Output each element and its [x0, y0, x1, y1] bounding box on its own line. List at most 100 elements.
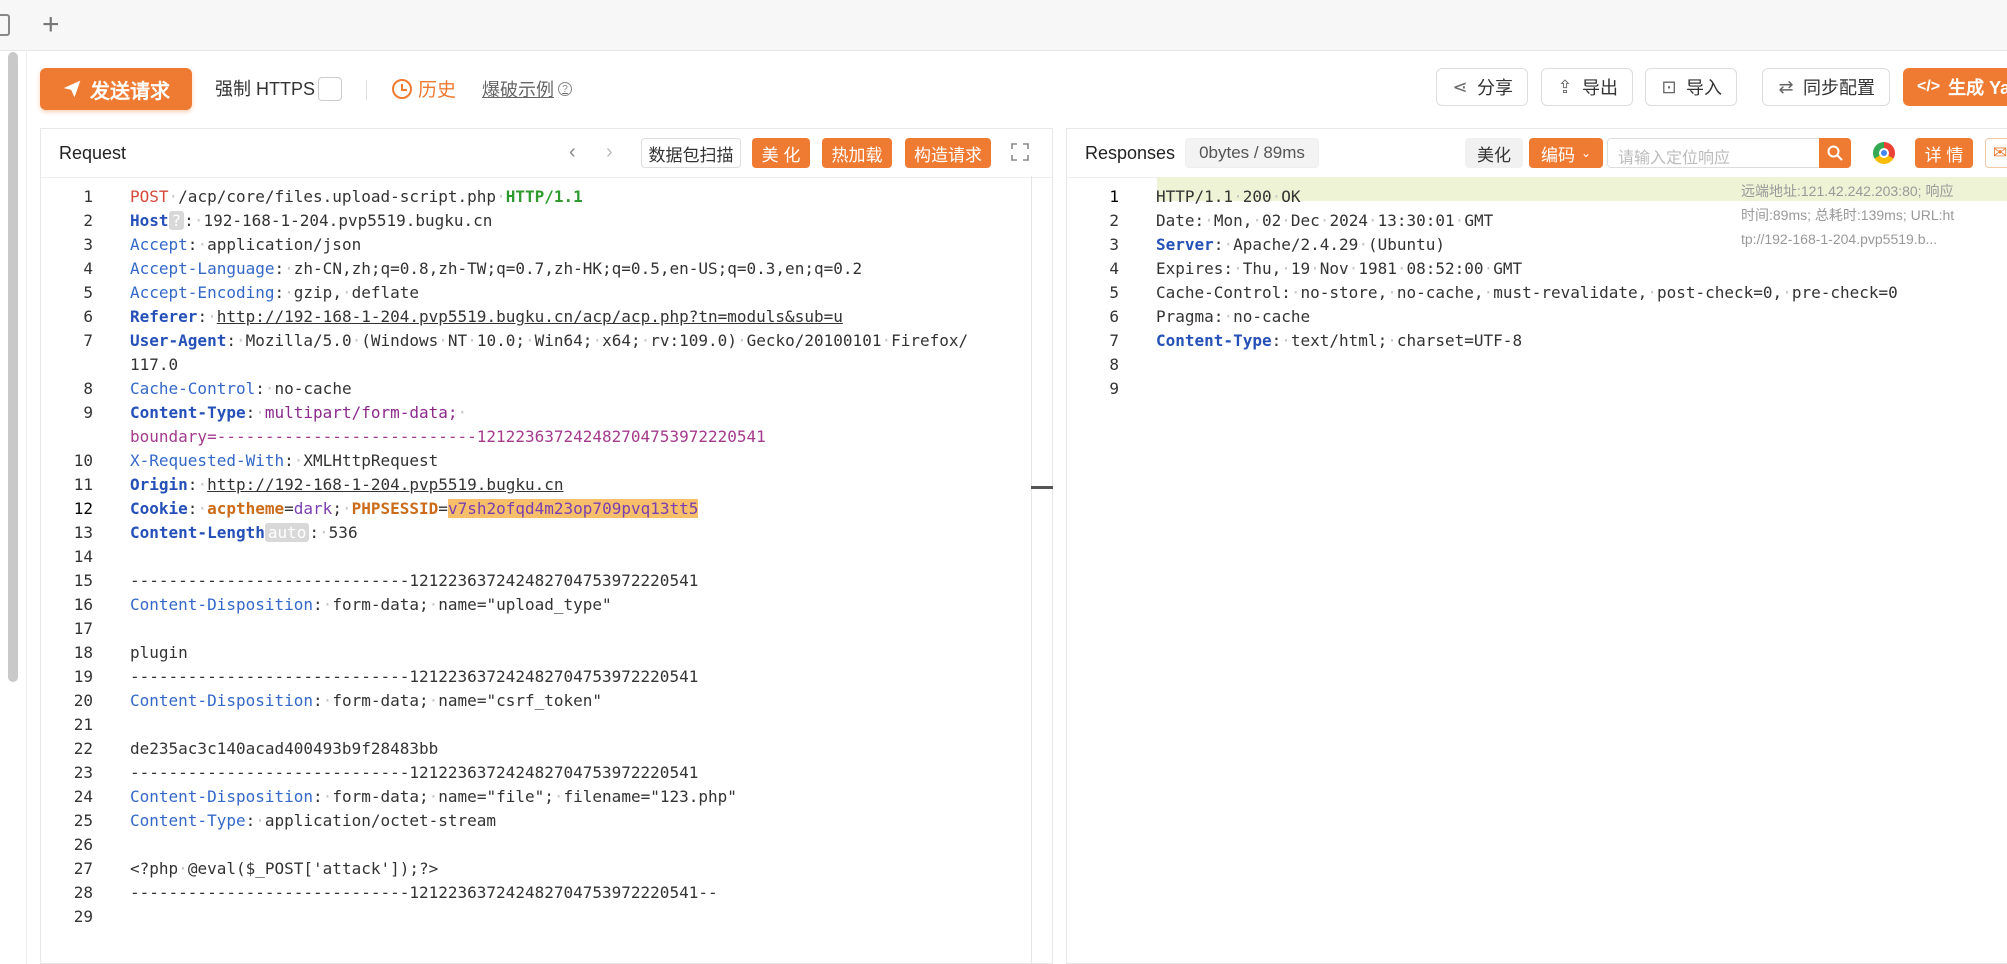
code-token: · — [341, 499, 352, 518]
code-line: Content-Disposition:·form-data;·name="cs… — [130, 691, 602, 710]
code-token: · — [284, 259, 294, 278]
code-token: · — [255, 403, 265, 422]
code-token: no-store, — [1300, 283, 1388, 302]
locate-response-input[interactable]: 请输入定位响应 — [1607, 138, 1819, 168]
line-number: 15 — [73, 571, 93, 590]
code-token: no-cache — [274, 379, 352, 398]
code-token: Content-Disposition — [130, 691, 314, 710]
code-line: 117.0 — [130, 355, 178, 374]
export-button[interactable]: ⇪ 导出 — [1541, 68, 1633, 106]
code-token: http://192-168-1-204.pvp5519.bugku.cn — [207, 475, 564, 494]
code-token: · — [197, 499, 208, 518]
details-button[interactable]: 详 情 — [1915, 138, 1973, 168]
code-token: 192-168-1-204.pvp5519.bugku.cn — [203, 211, 493, 230]
chrome-icon[interactable] — [1873, 142, 1895, 164]
share-label: 分享 — [1477, 78, 1513, 98]
code-token: Firefox/ — [891, 331, 969, 350]
generate-yaml-button[interactable]: </> 生成 Ya — [1903, 68, 2007, 106]
code-token: : — [226, 331, 236, 350]
code-token: gzip, — [293, 283, 342, 302]
code-token: · — [322, 691, 333, 710]
line-number: 5 — [1109, 283, 1119, 302]
page-scrollbar[interactable] — [8, 52, 18, 682]
chevron-left-icon[interactable]: ‹ — [569, 141, 576, 164]
code-token: GMT — [1493, 259, 1523, 278]
code-token: · — [293, 451, 304, 470]
construct-request-button[interactable]: 构造请求 — [905, 138, 991, 168]
code-line: POST·/acp/core/files.upload-script.php·H… — [130, 187, 583, 206]
code-token: 1981 — [1358, 259, 1397, 278]
code-token: : — [313, 691, 323, 710]
code-token: : — [313, 595, 323, 614]
history-label: 历史 — [418, 80, 457, 101]
history-button[interactable]: 历史 — [392, 75, 456, 102]
code-token: X-Requested-With — [130, 451, 285, 470]
code-token: Content-Type — [1156, 331, 1272, 350]
code-line: Date:·Mon,·02·Dec·2024·13:30:01·GMT — [1156, 211, 1493, 230]
code-token: charset=UTF-8 — [1396, 331, 1523, 350]
code-token: 02 — [1261, 211, 1282, 230]
send-request-button[interactable]: 发送请求 — [40, 68, 192, 110]
search-button[interactable] — [1819, 138, 1851, 168]
brute-example-link[interactable]: 爆破示例 ? — [482, 76, 572, 102]
code-token: · — [1281, 211, 1291, 230]
clock-icon — [392, 78, 412, 99]
code-token: · — [467, 331, 477, 350]
encoding-dropdown[interactable]: 编码 ⌄ — [1529, 138, 1603, 168]
code-token: application/json — [207, 235, 362, 254]
code-token: Apache/2.4.29 — [1233, 235, 1359, 254]
code-token: Host — [130, 211, 169, 230]
pane-splitter[interactable] — [1031, 176, 1032, 964]
request-editor[interactable]: 1 POST·/acp/core/files.upload-script.php·… — [41, 177, 1052, 963]
code-token: Gecko/20100101 — [746, 331, 882, 350]
splitter-grip[interactable] — [1031, 486, 1053, 489]
code-token: text/html; — [1290, 331, 1388, 350]
tab-strip: + — [0, 0, 2007, 51]
response-viewer[interactable]: 远端地址:121.42.242.203:80; 响应 时间:89ms; 总耗时:… — [1067, 177, 2007, 963]
new-tab-plus-icon[interactable]: + — [42, 8, 60, 42]
line-number: 4 — [1109, 259, 1119, 278]
code-token: Origin — [130, 475, 188, 494]
code-token: Date: — [1156, 211, 1205, 230]
code-token: · — [553, 787, 564, 806]
request-panel: Request ‹ › 数据包扫描 美 化 热加载 构造请求 1 POST·/ac… — [40, 128, 1053, 964]
sync-config-button[interactable]: ⇄ 同步配置 — [1762, 68, 1890, 106]
code-token: 13:30:01 — [1377, 211, 1455, 230]
code-token: : — [187, 475, 198, 494]
code-token: 08:52:00 — [1406, 259, 1484, 278]
code-token: : — [197, 307, 208, 326]
code-token: · — [640, 331, 651, 350]
code-line: Pragma:·no-cache — [1156, 307, 1310, 326]
force-https-checkbox[interactable] — [318, 77, 342, 101]
code-token: · — [193, 211, 204, 230]
code-token: filename="123.php" — [563, 787, 737, 806]
code-line: Cache-Control:·no-cache — [130, 379, 352, 398]
code-line: Accept-Encoding:·gzip,·deflate — [130, 283, 419, 302]
code-line: -----------------------------12122363724… — [130, 883, 718, 902]
code-token: · — [1281, 259, 1291, 278]
code-token: OK — [1281, 187, 1301, 206]
code-token: · — [319, 523, 329, 542]
expand-icon[interactable] — [1011, 143, 1029, 161]
beautify-button[interactable]: 美 化 — [752, 138, 810, 168]
code-token: Referer — [130, 307, 198, 326]
code-line: Content-Type:·text/html;·charset=UTF-8 — [1156, 331, 1522, 350]
code-token: · — [197, 235, 208, 254]
code-token: User-Agent — [130, 331, 227, 350]
response-panel-header: Responses 0bytes / 89ms 美化 编码 ⌄ 请输入定位响应 … — [1067, 129, 2007, 178]
response-beautify-button[interactable]: 美化 — [1465, 138, 1523, 168]
chevron-right-icon[interactable]: › — [606, 141, 613, 164]
sync-config-label: 同步配置 — [1803, 78, 1875, 98]
message-icon[interactable]: ✉ — [1985, 138, 2007, 168]
code-token: Dec — [1290, 211, 1320, 230]
code-token: auto — [264, 523, 310, 542]
hot-load-button[interactable]: 热加载 — [822, 138, 892, 168]
import-button[interactable]: ⊡ 导入 — [1645, 68, 1737, 106]
share-button[interactable]: ⋖ 分享 — [1436, 68, 1528, 106]
tab-edge-icon[interactable] — [0, 14, 10, 36]
code-token: boundary=---------------------------1212… — [130, 427, 766, 446]
code-token: · — [1310, 259, 1320, 278]
packet-scan-button[interactable]: 数据包扫描 — [641, 138, 741, 168]
code-token: form-data; — [332, 787, 429, 806]
code-token: Content-Type — [130, 403, 246, 422]
